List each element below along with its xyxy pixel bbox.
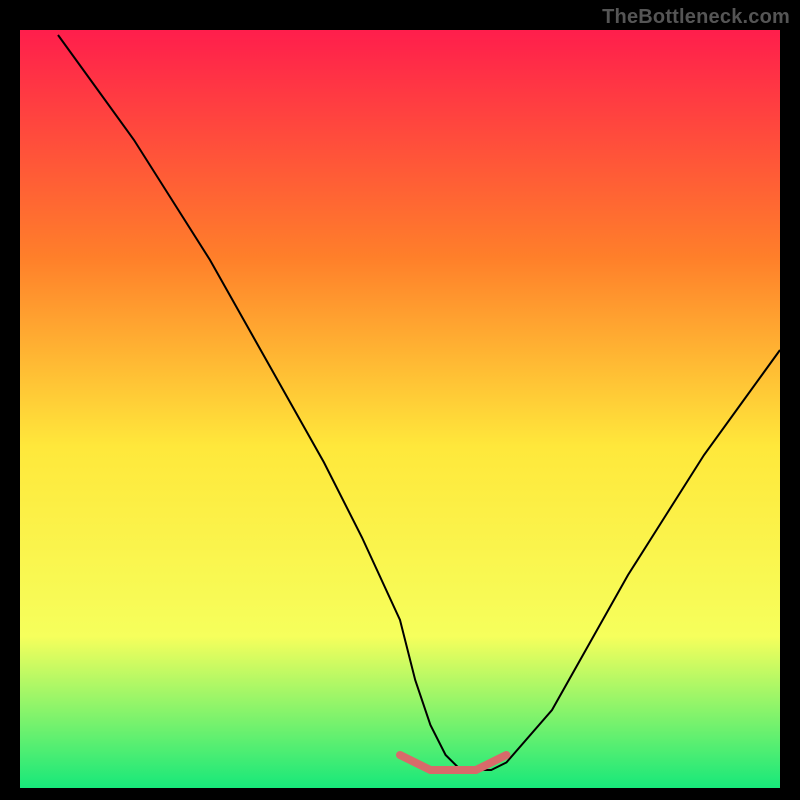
bottleneck-chart xyxy=(0,0,800,800)
plot-background xyxy=(20,30,780,788)
watermark-text: TheBottleneck.com xyxy=(602,6,790,29)
chart-container: TheBottleneck.com xyxy=(0,0,800,800)
